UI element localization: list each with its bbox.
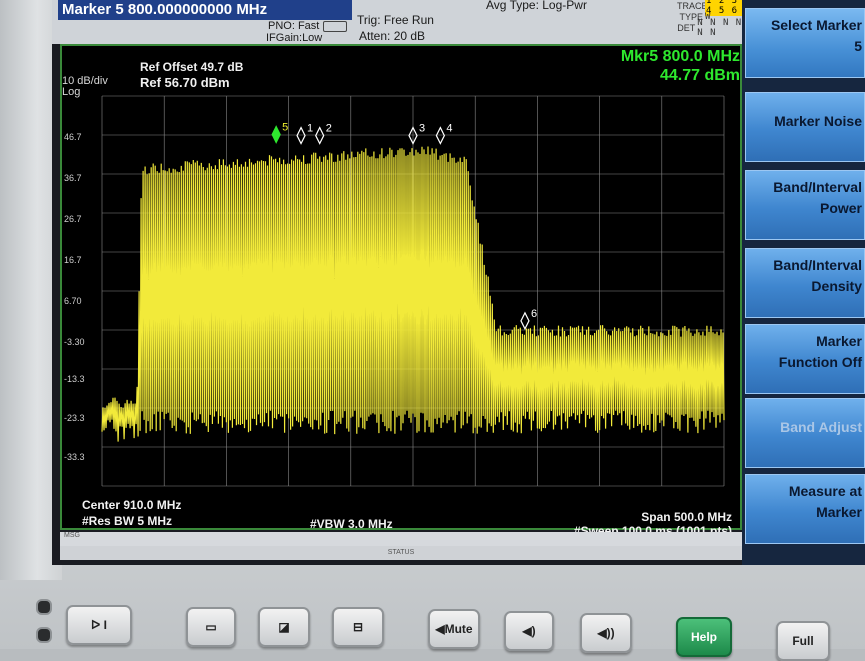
softkey-label: Power [819,200,862,216]
ref-offset: Ref Offset 49.7 dB [140,60,244,74]
marker-label: 6 [531,308,537,320]
marker-label: 5 [282,122,288,134]
softkey-label: Measure at [788,483,862,499]
marker-label: 2 [326,123,332,135]
softkey-band-interval-density[interactable]: Band/Interval Density [745,248,865,318]
front-panel: ᐅ I ▭ ◪ ⊟ ◀ Mute ◀) ◀)) Help Full [0,565,865,661]
status-bar: STATUS [60,546,742,560]
softkey-band-interval-power[interactable]: Band/Interval Power [745,170,865,240]
softkey-marker-noise[interactable]: Marker Noise [745,92,865,162]
y-tick-label: 16.7 [64,255,82,265]
marker-3[interactable]: 3 [408,123,425,145]
avg-type-label: Avg Type: Log-Pwr [486,0,587,12]
analyzer-screen: Marker 5 800.000000000 MHz PNO: Fast IFG… [52,0,865,565]
ifgain-label: IFGain:Low [266,32,323,44]
marker-label: 3 [419,123,425,135]
softkey-label: Band/Interval [773,179,862,195]
mute-label: Mute [444,622,473,636]
span: Span 500.0 MHz [641,510,732,524]
marker-diamond-icon [520,311,530,331]
y-tick-label: -3.30 [64,337,85,347]
softkey-label: Marker Noise [774,113,862,129]
trigger-label: Trig: Free Run [357,13,434,27]
mute-button[interactable]: ◀ Mute [428,609,480,649]
spectrum-plot: 5 1 2 3 4 6 [101,95,725,487]
marker-diamond-icon [296,126,306,145]
softkey-label: Select Marker [770,17,862,33]
marker-2[interactable]: 2 [315,123,332,145]
det-value: N N N N N N [697,17,743,38]
y-tick-label: -23.3 [64,413,85,423]
y-tick-label: 26.7 [64,214,82,224]
single-window-icon: ▭ [205,620,217,634]
zoom-button[interactable]: ◪ [258,607,310,647]
zoom-icon: ◪ [278,620,290,634]
panel-hole [36,627,52,643]
message-bar: MSG [60,532,742,546]
softkey-panel: Select Marker 5 Marker Noise Band/Interv… [742,0,865,565]
y-tick-label: 46.7 [64,132,82,142]
marker-readout-frequency: Mkr5 800.0 MHz [620,48,740,65]
marker-diamond-icon [271,125,281,144]
spectrum-graticule: 512346 Ref Offset 49.7 dB Ref 56.70 dBm … [60,44,742,538]
top-info-bar: Marker 5 800.000000000 MHz PNO: Fast IFG… [52,0,747,44]
atten-label: Atten: 20 dB [359,29,426,43]
vbw: #VBW 3.0 MHz [310,517,393,531]
full-label: Full [792,634,814,648]
panel-hole [36,599,52,615]
res-bw: #Res BW 5 MHz [82,514,173,528]
volume-up-icon: ◀)) [597,626,615,640]
softkey-measure-at-marker[interactable]: Measure at Marker [745,474,865,544]
softkey-label: Density [811,278,862,294]
next-window-icon: ⊟ [352,620,364,634]
softkey-select-marker[interactable]: Select Marker 5 [745,8,865,78]
softkey-band-adjust[interactable]: Band Adjust [745,398,865,468]
marker-4[interactable]: 4 [435,123,452,145]
trace-status-box: TRACE 1 2 3 4 5 6 TYPE W DET N N N N N N [677,0,747,38]
help-label: Help [690,630,717,644]
softkey-label: Marker [816,333,862,349]
next-window-button[interactable]: ⊟ [332,607,384,647]
help-button[interactable]: Help [676,617,732,657]
full-screen-button[interactable]: Full [776,621,830,661]
marker-readout-amplitude: 44.77 dBm [659,67,740,84]
single-window-button[interactable]: ▭ [186,607,236,647]
y-tick-label: -13.3 [64,374,85,384]
marker-label: 4 [446,123,452,135]
scale-type: Log [62,86,81,98]
det-label: DET [677,22,696,33]
marker-1[interactable]: 1 [296,123,313,145]
y-tick-label: 36.7 [64,173,82,183]
softkey-marker-function-off[interactable]: Marker Function Off [745,324,865,394]
center-frequency: Center 910.0 MHz [82,498,182,512]
pno-label: PNO: Fast [268,20,320,32]
trigger-icon [323,21,347,32]
softkey-label: 5 [854,38,862,54]
marker-diamond-icon [435,126,446,145]
ref-level: Ref 56.70 dBm [140,75,230,90]
softkey-label: Band Adjust [780,419,862,435]
volume-up-button[interactable]: ◀)) [580,613,632,653]
scale-label: 10 dB/div Log [62,76,108,98]
power-icon: ᐅ I [91,618,107,632]
volume-down-button[interactable]: ◀) [504,611,554,651]
trace-label: TRACE [677,0,708,11]
volume-down-icon: ◀) [522,624,536,638]
marker-diamond-icon [315,126,325,145]
marker-title: Marker 5 800.000000000 MHz [58,0,352,20]
marker-5[interactable]: 5 [271,122,288,144]
y-tick-label: -33.3 [64,452,85,462]
y-tick-label: 6.70 [64,296,82,306]
speaker-mute-icon: ◀ [435,622,445,636]
softkey-label: Band/Interval [773,257,862,273]
msg-label: MSG [64,532,80,539]
marker-label: 1 [307,123,313,135]
softkey-label: Marker [816,504,862,520]
power-button[interactable]: ᐅ I [66,605,132,645]
softkey-label: Function Off [778,354,862,370]
